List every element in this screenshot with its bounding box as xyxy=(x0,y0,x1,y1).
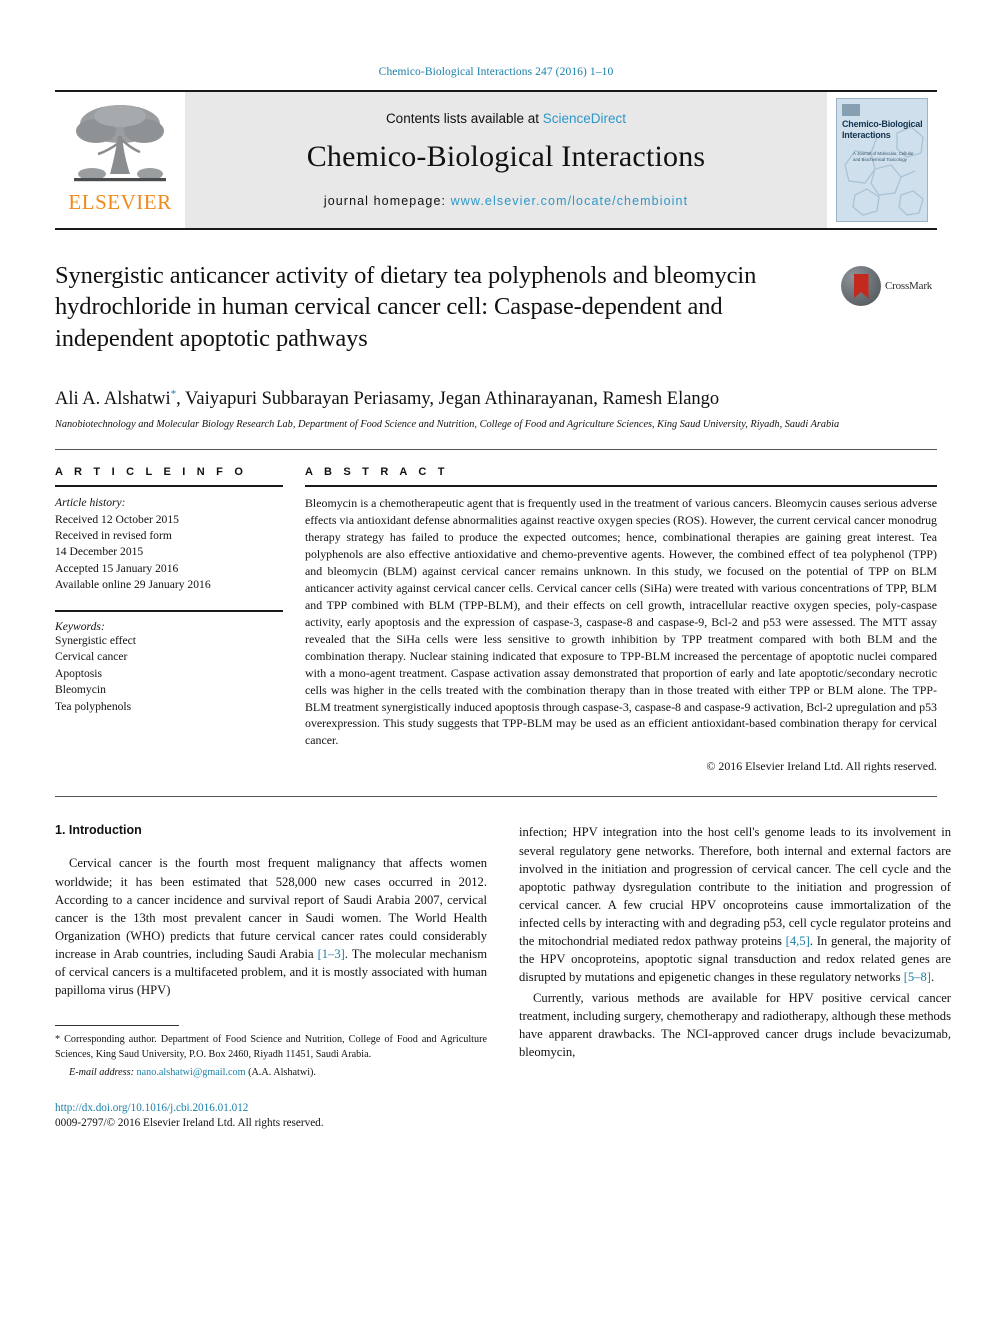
crossmark-label: CrossMark xyxy=(885,280,933,292)
elsevier-logo: ELSEVIER xyxy=(55,92,185,228)
crossmark-icon xyxy=(841,266,881,306)
citation-ref[interactable]: [1–3] xyxy=(318,947,345,961)
journal-title: Chemico-Biological Interactions xyxy=(306,139,706,173)
elsevier-wordmark: ELSEVIER xyxy=(68,190,172,214)
abstract-text: Bleomycin is a chemotherapeutic agent th… xyxy=(305,496,937,748)
footnote-rule xyxy=(55,1025,179,1027)
running-head: Chemico-Biological Interactions 247 (201… xyxy=(378,66,614,78)
keyword-item: Tea polyphenols xyxy=(55,699,132,713)
section-heading-introduction: 1. Introduction xyxy=(55,823,142,838)
email-owner: (A.A. Alshatwi). xyxy=(248,1066,316,1078)
intro-paragraph-right-2: Currently, various methods are available… xyxy=(519,990,951,1059)
intro-right-text-a: infection; HPV integration into the host… xyxy=(519,825,951,949)
body-column-left: 1. Introduction Cervical cancer is the f… xyxy=(55,823,487,1132)
homepage-url-link[interactable]: www.elsevier.com/locate/chembioint xyxy=(451,194,689,208)
abstract-rule xyxy=(305,485,937,488)
crossmark-badge[interactable]: CrossMark xyxy=(841,264,937,308)
issn-copyright-line: 0009-2797/© 2016 Elsevier Ireland Ltd. A… xyxy=(55,1117,324,1130)
authors-text: Ali A. Alshatwi*, Vaiyapuri Subbarayan P… xyxy=(55,388,720,410)
history-accepted: Accepted 15 January 2016 xyxy=(55,561,179,575)
keywords-label: Keywords: xyxy=(55,619,105,633)
title-block: Synergistic anticancer activity of dieta… xyxy=(55,260,937,372)
journal-cover-thumbnail[interactable]: Chemico-Biological Interactions A Journa… xyxy=(827,92,937,228)
info-and-abstract: A R T I C L E I N F O Article history: R… xyxy=(55,466,937,774)
history-revised-label: Received in revised form xyxy=(55,528,172,542)
email-note: E-mail address: nano.alshatwi@gmail.com … xyxy=(55,1066,487,1081)
history-revised-date: 14 December 2015 xyxy=(55,545,144,559)
author-list: Ali A. Alshatwi*, Vaiyapuri Subbarayan P… xyxy=(55,388,937,410)
affiliation: Nanobiotechnology and Molecular Biology … xyxy=(55,419,840,431)
abstract-copyright: © 2016 Elsevier Ireland Ltd. All rights … xyxy=(706,759,937,774)
article-info-heading: A R T I C L E I N F O xyxy=(55,466,248,479)
sciencedirect-link[interactable]: ScienceDirect xyxy=(543,111,626,126)
elsevier-tree-icon xyxy=(68,98,172,194)
body-columns: 1. Introduction Cervical cancer is the f… xyxy=(55,823,951,1132)
masthead-center: Contents lists available at ScienceDirec… xyxy=(185,92,827,228)
email-label: E-mail address: xyxy=(69,1066,134,1078)
doi-block: http://dx.doi.org/10.1016/j.cbi.2016.01.… xyxy=(55,1101,487,1132)
intro-paragraph-right-1: infection; HPV integration into the host… xyxy=(519,823,951,986)
homepage-prefix: journal homepage: xyxy=(323,193,451,208)
cover-image: Chemico-Biological Interactions A Journa… xyxy=(836,98,928,222)
contents-prefix: Contents lists available at xyxy=(385,110,543,126)
doi-link[interactable]: http://dx.doi.org/10.1016/j.cbi.2016.01.… xyxy=(55,1101,487,1117)
keyword-item: Synergistic effect xyxy=(55,633,137,647)
intro-paragraph-left: Cervical cancer is the fourth most frequ… xyxy=(55,854,487,999)
citation-ref[interactable]: [5–8] xyxy=(904,970,931,984)
corresponding-author-note: * Corresponding author. Department of Fo… xyxy=(55,1033,487,1063)
paper-page: Chemico-Biological Interactions 247 (201… xyxy=(0,0,992,1323)
keyword-item: Cervical cancer xyxy=(55,650,128,664)
keywords-rule xyxy=(55,609,283,612)
corresponding-text: Corresponding author. Department of Food… xyxy=(55,1034,487,1061)
intro-left-text-a: Cervical cancer is the fourth most frequ… xyxy=(55,856,487,961)
body-column-right: infection; HPV integration into the host… xyxy=(519,823,951,1132)
keyword-item: Apoptosis xyxy=(55,666,103,680)
footnote-area: * Corresponding author. Department of Fo… xyxy=(55,1025,487,1132)
intro-right-text-c: . xyxy=(931,970,935,985)
abstract-column: A B S T R A C T Bleomycin is a chemother… xyxy=(305,466,937,774)
divider-above-abstract xyxy=(55,449,937,451)
history-received: Received 12 October 2015 xyxy=(55,512,179,526)
citation-ref[interactable]: [4,5] xyxy=(786,934,810,948)
cover-title-text: Chemico-Biological Interactions xyxy=(842,119,923,140)
email-link[interactable]: nano.alshatwi@gmail.com xyxy=(137,1067,246,1078)
article-info-column: A R T I C L E I N F O Article history: R… xyxy=(55,466,283,774)
article-info-rule xyxy=(55,485,283,488)
journal-homepage-line: journal homepage: www.elsevier.com/locat… xyxy=(324,194,688,208)
contents-available-line: Contents lists available at ScienceDirec… xyxy=(386,111,626,126)
keywords-block: Keywords: Synergistic effect Cervical ca… xyxy=(55,620,283,715)
abstract-heading: A B S T R A C T xyxy=(305,466,449,479)
article-history-block: Article history: Received 12 October 201… xyxy=(55,495,283,594)
history-available-online: Available online 29 January 2016 xyxy=(55,578,211,592)
journal-masthead: ELSEVIER Contents lists available at Sci… xyxy=(55,90,937,230)
divider-below-abstract xyxy=(55,796,937,798)
keyword-item: Bleomycin xyxy=(55,683,106,697)
article-history-label: Article history: xyxy=(55,496,126,510)
page-title: Synergistic anticancer activity of dieta… xyxy=(55,262,757,352)
cover-subtitle-text: A Journal of Molecular, Cellular and Bio… xyxy=(853,151,914,162)
